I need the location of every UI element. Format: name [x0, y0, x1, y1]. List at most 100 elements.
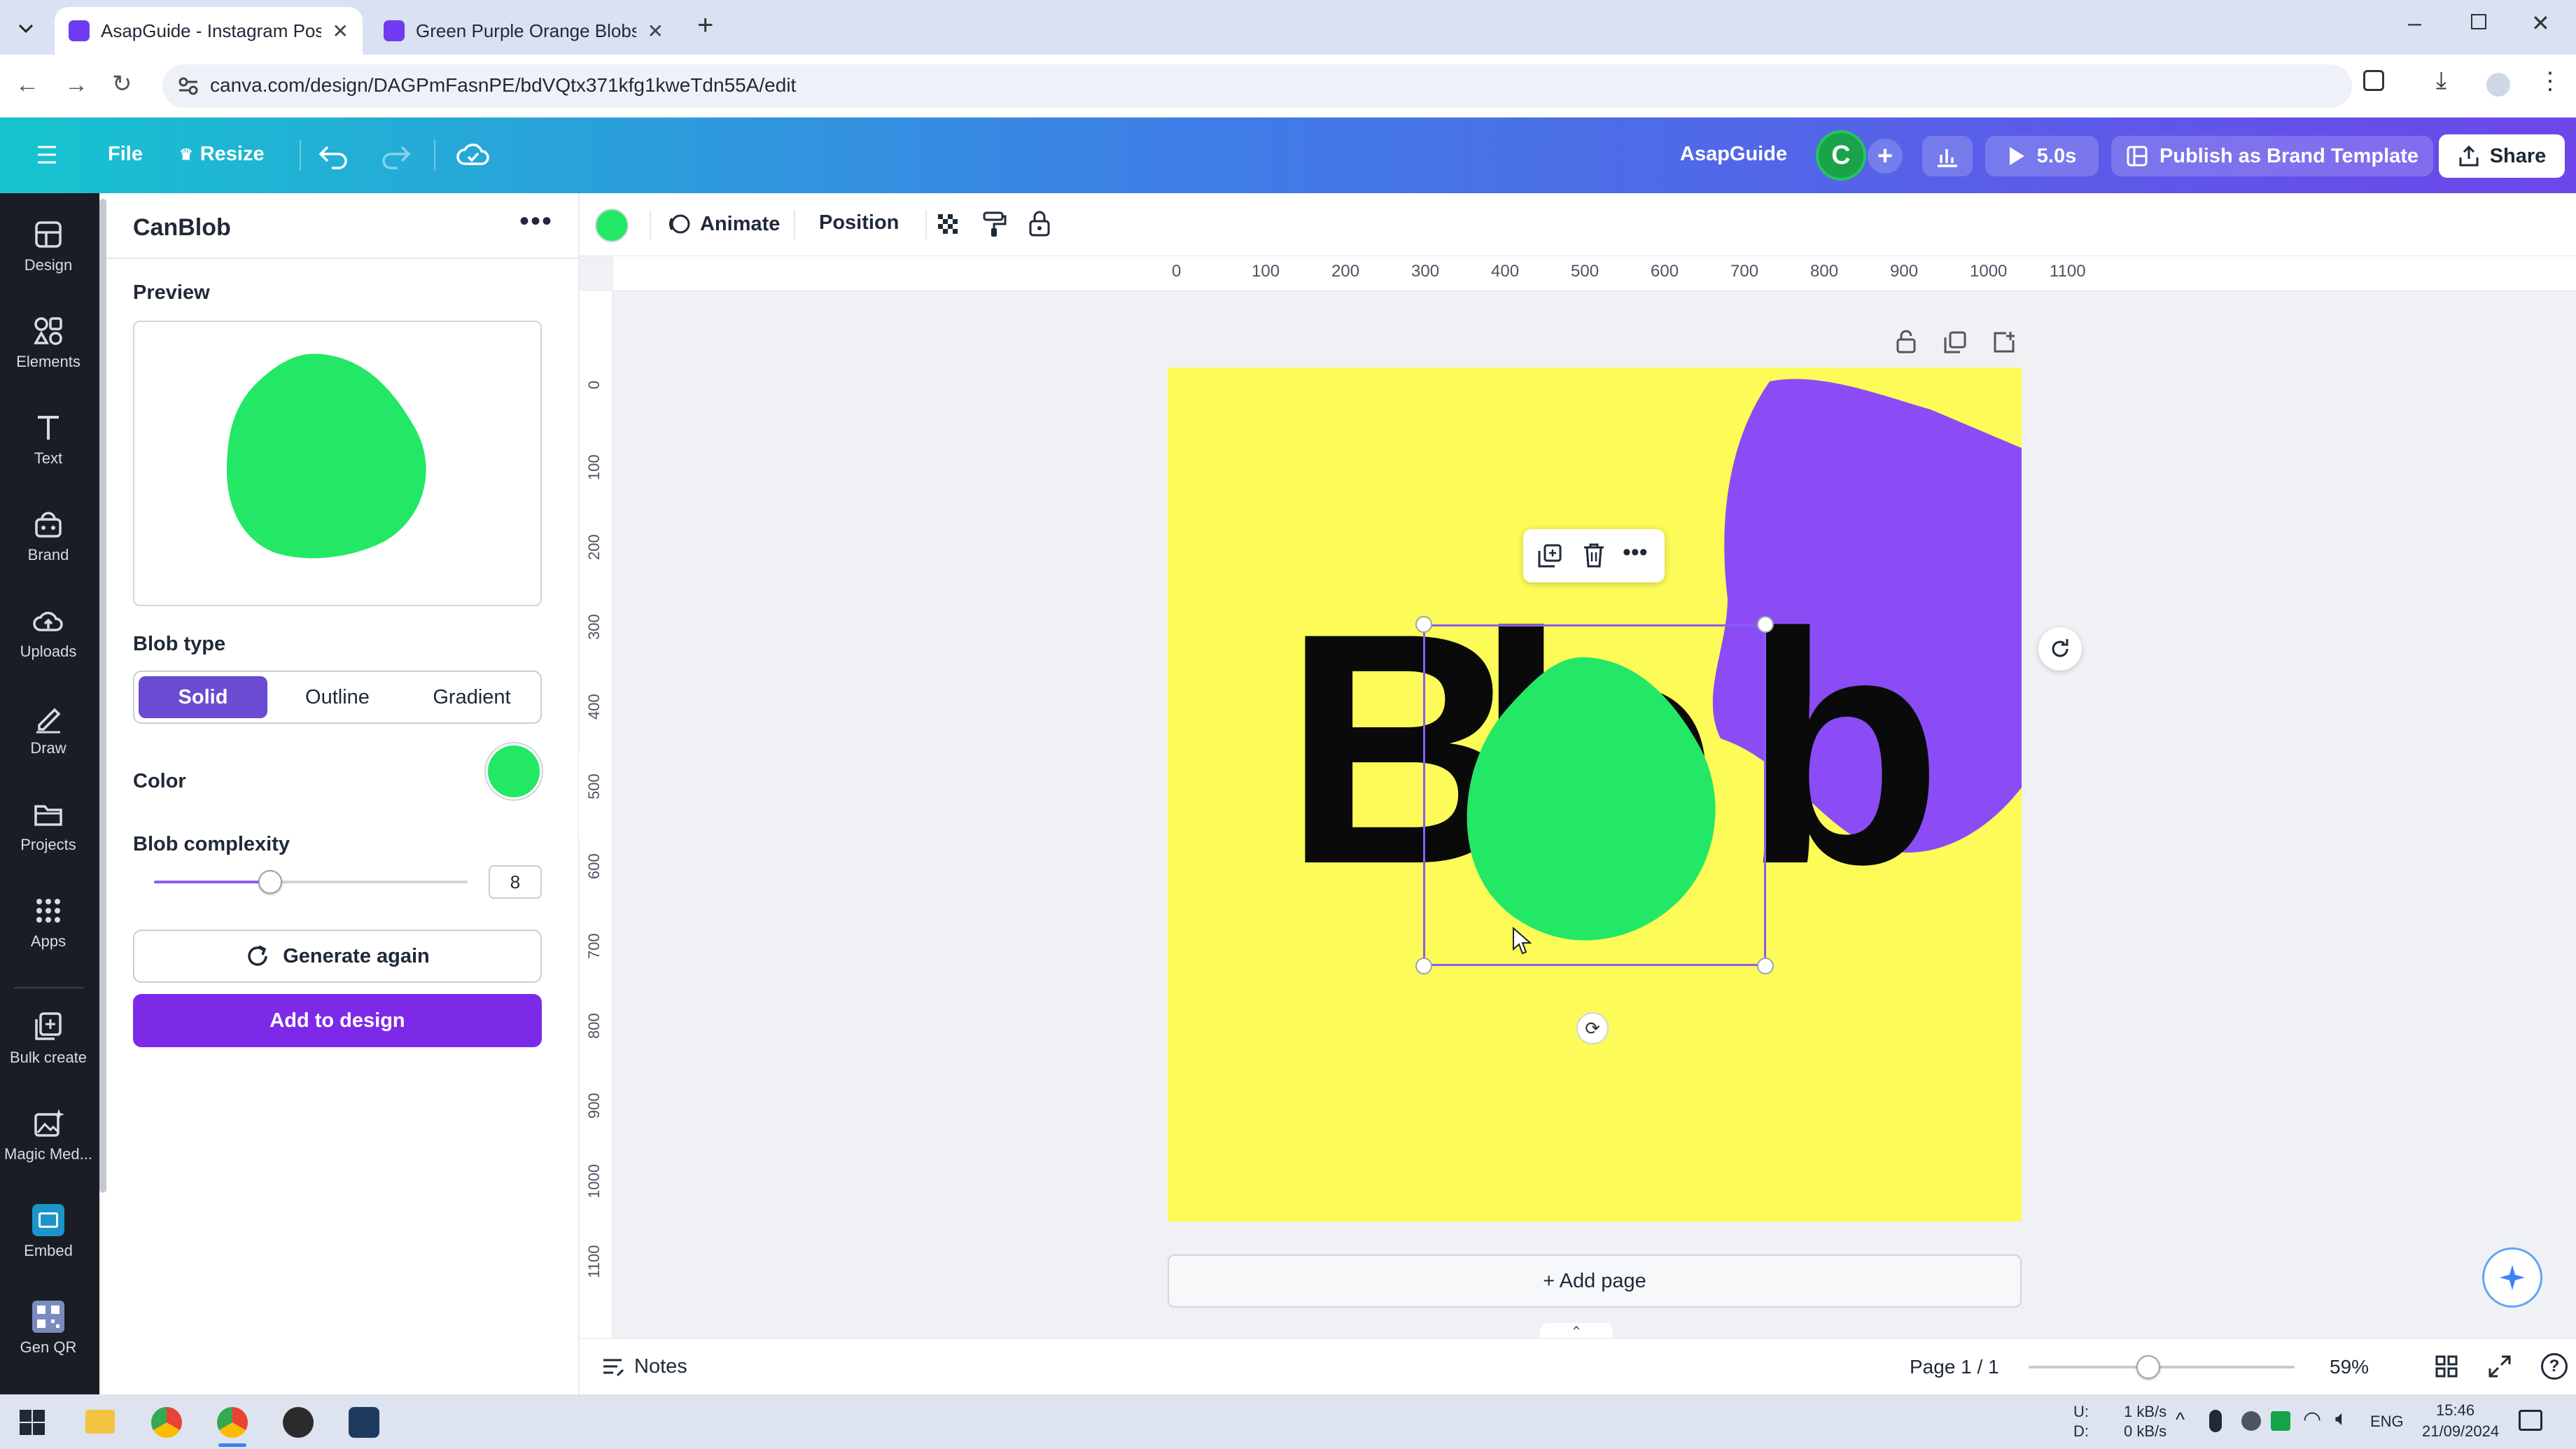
clock-time[interactable]: 15:46 — [2436, 1401, 2474, 1420]
browser-menu-icon[interactable]: ⋮ — [2538, 67, 2562, 95]
extensions-icon[interactable] — [2363, 70, 2384, 91]
new-tab-button[interactable]: + — [697, 10, 713, 41]
rail-item-uploads[interactable]: Uploads — [0, 605, 97, 661]
browser-tab-active[interactable]: AsapGuide - Instagram Post ✕ — [55, 7, 363, 55]
position-button[interactable]: Position — [819, 211, 899, 234]
add-page-icon[interactable] — [1992, 330, 2016, 354]
resize-handle[interactable] — [1757, 616, 1774, 633]
rail-item-projects[interactable]: Projects — [0, 798, 97, 854]
windows-start-icon[interactable] — [20, 1410, 45, 1435]
tab-list-button[interactable] — [10, 13, 42, 45]
site-info-icon[interactable] — [178, 76, 199, 96]
transparency-icon[interactable] — [935, 211, 960, 237]
paint-roller-icon[interactable] — [981, 210, 1007, 238]
zoom-level[interactable]: 59% — [2330, 1356, 2369, 1378]
duplicate-page-icon[interactable] — [1943, 330, 1967, 354]
minimize-window-button[interactable]: – — [2408, 10, 2421, 37]
wifi-icon[interactable]: ◠ — [2303, 1407, 2321, 1432]
fullscreen-icon[interactable] — [2488, 1354, 2512, 1378]
rail-item-apps[interactable]: Apps — [0, 895, 97, 951]
more-options-icon[interactable]: ••• — [1623, 539, 1648, 566]
resize-handle[interactable] — [1415, 616, 1432, 633]
close-window-button[interactable]: ✕ — [2531, 10, 2550, 36]
add-to-design-button[interactable]: Add to design — [133, 994, 542, 1047]
rail-item-draw[interactable]: Draw — [0, 701, 97, 757]
file-menu-button[interactable]: File — [108, 143, 143, 166]
complexity-value-input[interactable]: 8 — [489, 865, 542, 899]
rail-item-design[interactable]: Design — [0, 218, 97, 274]
present-button[interactable]: 5.0s — [1985, 136, 2099, 176]
resize-handle[interactable] — [1415, 958, 1432, 974]
magic-assistant-button[interactable] — [2482, 1247, 2542, 1308]
rotate-handle[interactable]: ⟳ — [1576, 1012, 1609, 1044]
blob-type-outline[interactable]: Outline — [273, 676, 402, 718]
user-avatar[interactable]: C — [1816, 130, 1866, 181]
main-menu-icon[interactable] — [36, 144, 57, 165]
share-button[interactable]: Share — [2439, 134, 2565, 178]
browser-tab[interactable]: Green Purple Orange Blobs Ba ✕ — [370, 7, 678, 55]
file-explorer-icon[interactable] — [85, 1410, 115, 1434]
back-icon[interactable]: ← — [15, 71, 39, 99]
close-tab-icon[interactable]: ✕ — [332, 20, 349, 43]
obs-icon[interactable] — [283, 1407, 314, 1438]
close-tab-icon[interactable]: ✕ — [648, 20, 664, 43]
redo-icon[interactable] — [381, 141, 412, 169]
notes-button[interactable]: Notes — [601, 1354, 687, 1378]
lock-page-icon[interactable] — [1896, 329, 1917, 354]
selection-box[interactable] — [1423, 624, 1766, 966]
rail-item-magic-media[interactable]: Magic Med... — [0, 1107, 97, 1163]
undo-icon[interactable] — [318, 141, 349, 169]
element-color-swatch[interactable] — [595, 209, 629, 242]
insights-button[interactable] — [1922, 136, 1973, 176]
profile-avatar[interactable] — [2486, 73, 2510, 97]
download-icon[interactable]: ⤓ — [2436, 67, 2446, 94]
rail-item-gen-qr[interactable]: Gen QR — [0, 1301, 97, 1357]
rail-item-elements[interactable]: Elements — [0, 315, 97, 371]
blob-type-gradient[interactable]: Gradient — [407, 676, 536, 718]
language-indicator[interactable]: ENG — [2370, 1413, 2404, 1431]
trash-icon[interactable] — [1582, 542, 1606, 568]
invite-button[interactable]: + — [1868, 139, 1903, 174]
show-pages-handle[interactable]: ⌃ — [1540, 1323, 1613, 1340]
panel-scrollbar[interactable] — [99, 199, 106, 1193]
restore-window-button[interactable] — [2471, 14, 2486, 29]
page-indicator[interactable]: Page 1 / 1 — [1910, 1356, 1999, 1378]
chrome-icon[interactable] — [151, 1407, 182, 1438]
cloud-saved-icon[interactable] — [456, 141, 490, 169]
notifications-icon[interactable] — [2519, 1410, 2542, 1431]
team-name[interactable]: AsapGuide — [1680, 143, 1787, 166]
lock-icon[interactable] — [1028, 209, 1051, 238]
resize-button[interactable]: ♛ Resize — [179, 143, 265, 166]
rail-item-embed[interactable]: Embed — [0, 1204, 97, 1260]
forward-icon[interactable]: → — [64, 71, 88, 99]
color-picker-swatch[interactable] — [486, 743, 542, 799]
app-icon[interactable] — [349, 1407, 379, 1438]
rail-item-brand[interactable]: Brand — [0, 508, 97, 564]
resize-handle[interactable] — [1757, 958, 1774, 974]
address-bar[interactable]: canva.com/design/DAGPmFasnPE/bdVQtx371kf… — [162, 64, 2352, 108]
complexity-slider-thumb[interactable] — [258, 870, 282, 894]
animate-button[interactable]: Animate — [666, 211, 780, 237]
generate-again-button[interactable]: Generate again — [133, 930, 542, 983]
zoom-slider-track[interactable] — [2029, 1355, 2295, 1379]
blob-type-solid[interactable]: Solid — [139, 676, 267, 718]
duplicate-icon[interactable] — [1537, 543, 1562, 568]
volume-icon[interactable]: 🔈︎ — [2335, 1407, 2348, 1431]
panel-more-options-icon[interactable]: ••• — [519, 206, 553, 237]
complexity-slider-track[interactable] — [154, 870, 468, 894]
reload-icon[interactable]: ↻ — [112, 70, 132, 98]
tray-overflow-icon[interactable]: ^ — [2176, 1408, 2185, 1431]
help-button[interactable]: ? — [2541, 1353, 2568, 1380]
zoom-slider-thumb[interactable] — [2136, 1355, 2160, 1379]
rail-item-text[interactable]: Text — [0, 412, 97, 468]
tray-app-icon[interactable] — [2241, 1411, 2261, 1431]
publish-brand-template-button[interactable]: Publish as Brand Template — [2111, 136, 2433, 176]
magic-switch-button[interactable] — [2038, 627, 2082, 671]
add-page-button[interactable]: + Add page — [1168, 1254, 2022, 1308]
chrome-icon-active[interactable] — [217, 1407, 248, 1438]
rail-item-bulk-create[interactable]: Bulk create — [0, 1011, 97, 1067]
microphone-icon[interactable] — [2209, 1410, 2222, 1432]
grid-view-icon[interactable] — [2435, 1354, 2458, 1378]
letter-b2[interactable]: b — [1742, 584, 1942, 913]
clock-date[interactable]: 21/09/2024 — [2422, 1422, 2499, 1441]
